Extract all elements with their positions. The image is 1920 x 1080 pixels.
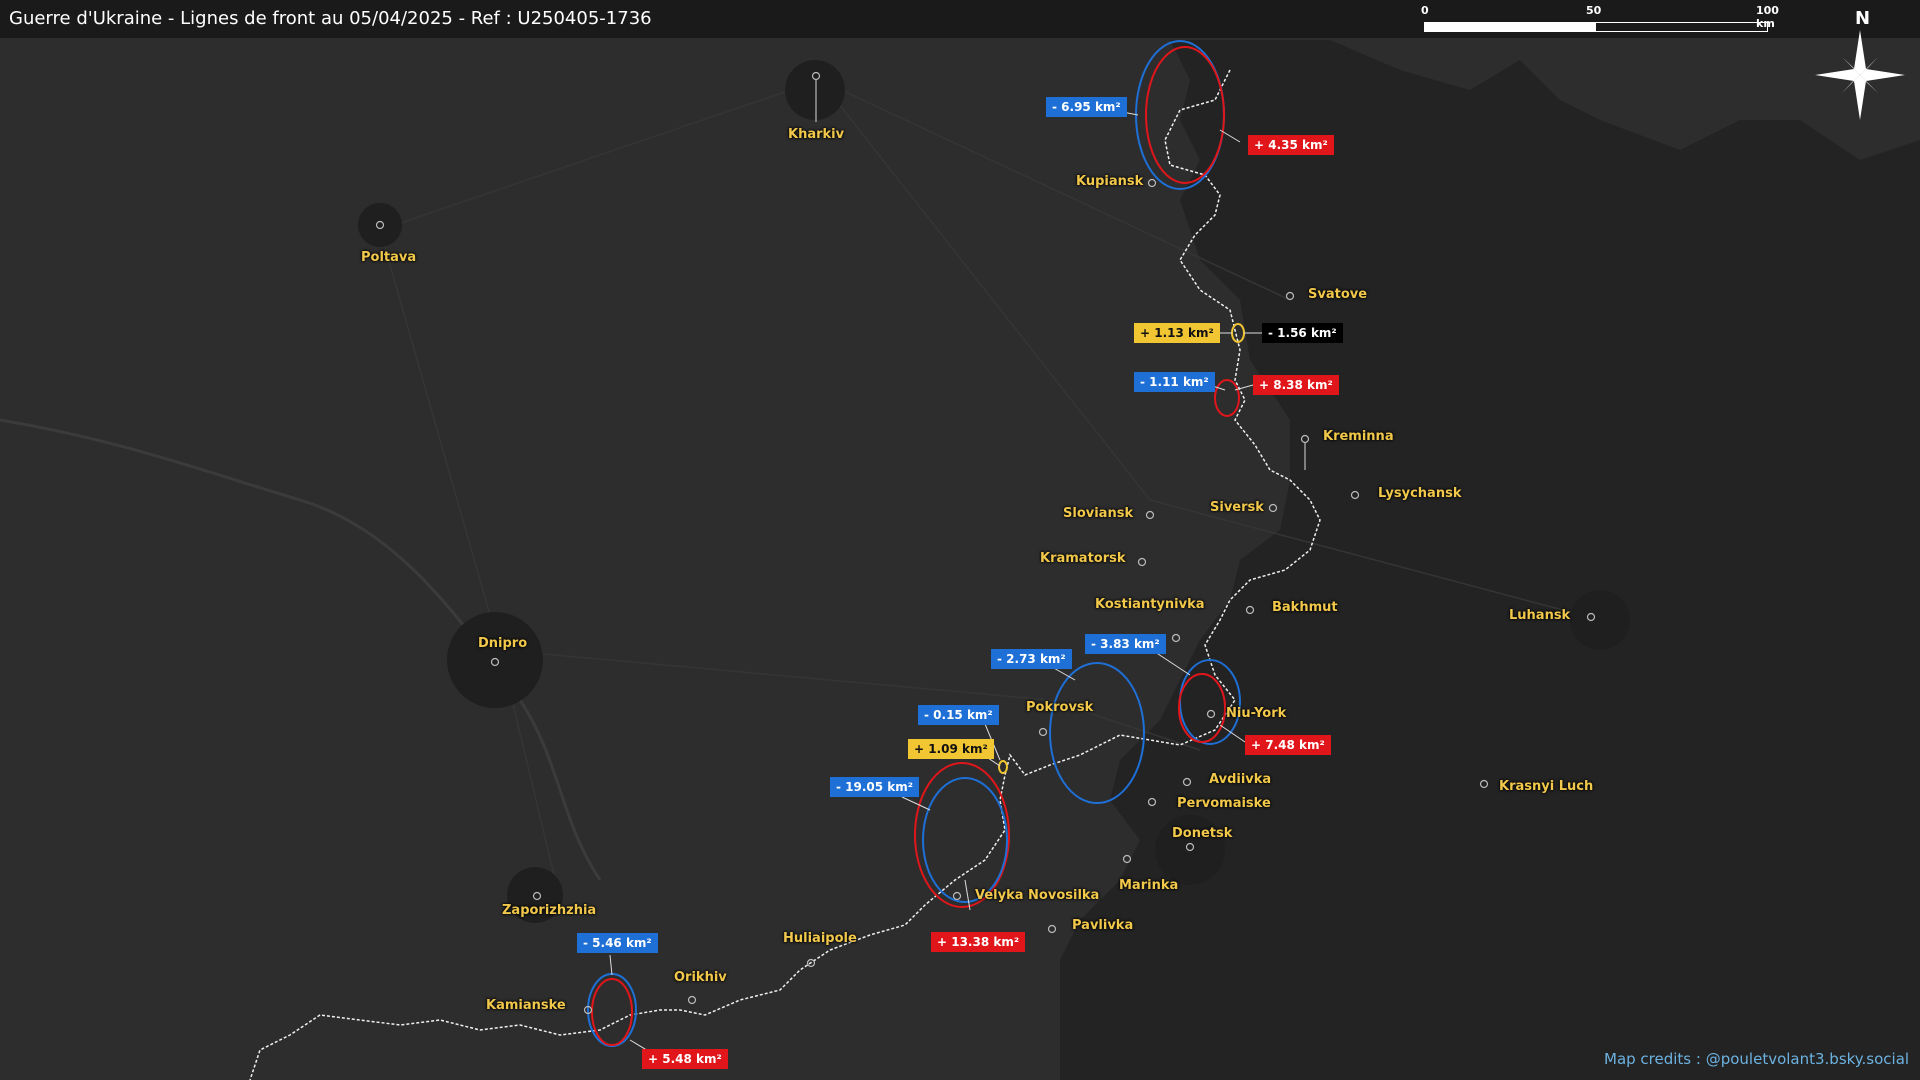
city-kupiansk: Kupiansk: [1076, 174, 1144, 189]
city-avdiivka: Avdiivka: [1209, 772, 1272, 787]
city-pavlivka: Pavlivka: [1072, 918, 1134, 933]
change-pokrovsk-small-loss: - 0.15 km²: [918, 705, 999, 725]
city-kramatorsk: Kramatorsk: [1040, 551, 1126, 566]
scale-bar-filled: [1425, 23, 1596, 31]
city-kostiantynivka: Kostiantynivka: [1095, 597, 1205, 612]
city-orikhiv: Orikhiv: [674, 970, 727, 985]
city-svatove: Svatove: [1308, 287, 1368, 302]
scale-tick-0: 0: [1421, 4, 1429, 17]
city-kamianske: Kamianske: [486, 998, 566, 1013]
change-niuyork-loss: - 3.83 km²: [1085, 634, 1166, 654]
change-kupiansk-loss: - 6.95 km²: [1046, 97, 1127, 117]
map-title: Guerre d'Ukraine - Lignes de front au 05…: [9, 8, 652, 29]
city-lysychansk: Lysychansk: [1378, 486, 1462, 501]
north-label: N: [1855, 8, 1871, 29]
change-velyka-loss: - 19.05 km²: [830, 777, 920, 797]
change-kamianske-gain: + 5.48 km²: [642, 1049, 728, 1069]
map-canvas[interactable]: [0, 0, 1920, 1080]
scale-bar: 0 50 100 km: [1421, 4, 1779, 38]
city-poltava: Poltava: [361, 250, 417, 265]
city-bakhmut: Bakhmut: [1272, 600, 1338, 615]
city-sloviansk: Sloviansk: [1063, 506, 1134, 521]
city-siversk: Siversk: [1210, 500, 1264, 515]
change-kreminna-loss: - 1.11 km²: [1134, 372, 1215, 392]
city-kharkiv: Kharkiv: [788, 127, 845, 142]
city-pervomaiske: Pervomaiske: [1177, 796, 1271, 811]
city-dnipro: Dnipro: [478, 636, 528, 651]
city-marinka: Marinka: [1119, 878, 1179, 893]
map-credits: Map credits : @pouletvolant3.bsky.social: [1604, 1050, 1910, 1068]
city-kreminna: Kreminna: [1323, 429, 1394, 444]
city-donetsk: Donetsk: [1172, 826, 1233, 841]
scale-tick-50: 50: [1586, 4, 1602, 17]
compass: N: [1805, 8, 1915, 123]
city-zaporizhzhia: Zaporizhzhia: [502, 903, 597, 918]
city-luhansk: Luhansk: [1509, 608, 1571, 623]
change-pokrovsk-gain: + 1.09 km²: [908, 739, 994, 759]
change-kreminna-gain: + 8.38 km²: [1253, 375, 1339, 395]
city-krasnyi-luch: Krasnyi Luch: [1499, 779, 1594, 794]
change-velyka-gain: + 13.38 km²: [931, 932, 1026, 952]
change-pokrovsk-loss: - 2.73 km²: [991, 649, 1072, 669]
change-kamianske-loss: - 5.46 km²: [577, 933, 658, 953]
change-niuyork-gain: + 7.48 km²: [1245, 735, 1331, 755]
city-huliaipole: Huliaipole: [783, 931, 857, 946]
city-niu-york: Niu-York: [1226, 706, 1287, 721]
scale-bar-track: [1424, 22, 1768, 32]
change-svatove-gain: + 1.13 km²: [1134, 323, 1220, 343]
change-kupiansk-gain: + 4.35 km²: [1248, 135, 1334, 155]
city-velyka-novosilka: Velyka Novosilka: [975, 888, 1100, 903]
city-pokrovsk: Pokrovsk: [1026, 700, 1094, 715]
change-svatove-loss: - 1.56 km²: [1262, 323, 1343, 343]
